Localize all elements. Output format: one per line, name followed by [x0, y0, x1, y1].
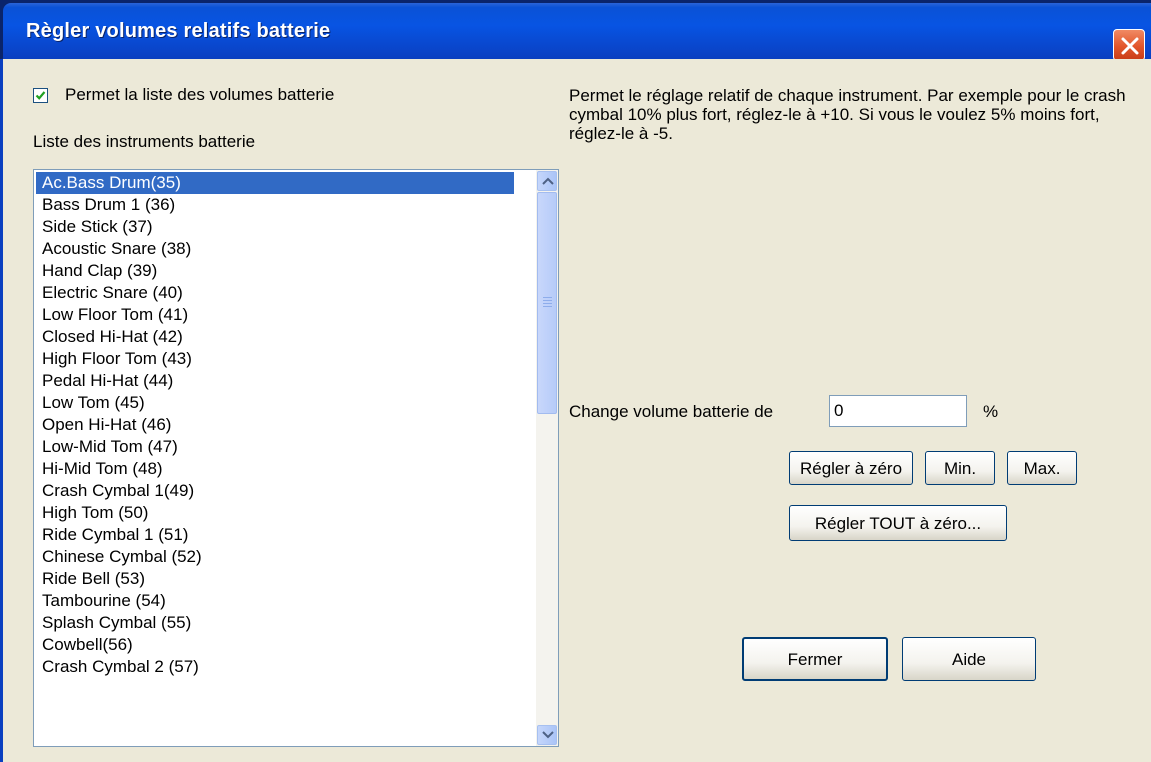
list-item[interactable]: Hand Clap (39) [36, 260, 514, 282]
instrument-list-title: Liste des instruments batterie [33, 132, 256, 151]
list-item[interactable]: Ride Bell (53) [36, 568, 514, 590]
list-item[interactable]: Low Tom (45) [36, 392, 514, 414]
title-bar[interactable]: Règler volumes relatifs batterie [3, 3, 1151, 61]
thumb-grip [543, 297, 552, 298]
dialog-body: Permet la liste des volumes batterie Lis… [3, 59, 1151, 762]
list-item[interactable]: Bass Drum 1 (36) [36, 194, 514, 216]
scroll-thumb[interactable] [537, 192, 557, 414]
scroll-up-button[interactable] [537, 171, 557, 191]
close-button[interactable]: Fermer [742, 637, 888, 681]
list-item[interactable]: Ac.Bass Drum(35) [36, 172, 514, 194]
list-item[interactable]: Open Hi-Hat (46) [36, 414, 514, 436]
list-item[interactable]: Side Stick (37) [36, 216, 514, 238]
chevron-down-icon [542, 731, 554, 739]
list-item[interactable]: Chinese Cymbal (52) [36, 546, 514, 568]
checkmark-icon [35, 91, 46, 100]
window-title: Règler volumes relatifs batterie [26, 20, 331, 42]
list-item[interactable]: Hi-Mid Tom (48) [36, 458, 514, 480]
percent-unit: % [983, 402, 999, 421]
list-item[interactable]: Low-Mid Tom (47) [36, 436, 514, 458]
thumb-grip [543, 303, 552, 304]
min-button[interactable]: Min. [925, 451, 995, 485]
list-item[interactable]: Tambourine (54) [36, 590, 514, 612]
list-item[interactable]: Cowbell(56) [36, 634, 514, 656]
scroll-down-button[interactable] [537, 725, 557, 745]
dialog-window: Règler volumes relatifs batterie Permet … [0, 0, 1151, 762]
list-item[interactable]: Electric Snare (40) [36, 282, 514, 304]
list-item[interactable]: Pedal Hi-Hat (44) [36, 370, 514, 392]
chevron-up-icon [542, 177, 554, 185]
drum-instrument-list[interactable]: Ac.Bass Drum(35) Bass Drum 1 (36) Side Sti… [33, 169, 559, 747]
list-items: Ac.Bass Drum(35) Bass Drum 1 (36) Side Sti… [34, 172, 534, 678]
help-button[interactable]: Aide [902, 637, 1036, 681]
volume-change-label: Change volume batterie de [569, 402, 774, 421]
list-item[interactable]: Splash Cymbal (55) [36, 612, 514, 634]
list-item[interactable]: High Floor Tom (43) [36, 348, 514, 370]
max-button[interactable]: Max. [1007, 451, 1077, 485]
thumb-grip [543, 306, 552, 307]
list-scrollbar[interactable] [536, 170, 558, 746]
list-item[interactable]: High Tom (50) [36, 502, 514, 524]
enable-volumes-label: Permet la liste des volumes batterie [65, 85, 335, 104]
description-text: Permet le réglage relatif de chaque inst… [569, 86, 1126, 143]
list-item[interactable]: Ride Cymbal 1 (51) [36, 524, 514, 546]
list-item[interactable]: Closed Hi-Hat (42) [36, 326, 514, 348]
enable-volumes-checkbox[interactable] [33, 88, 48, 103]
reset-zero-button[interactable]: Régler à zéro [789, 451, 913, 485]
reset-all-button[interactable]: Régler TOUT à zéro... [789, 505, 1007, 541]
close-window-button[interactable] [1113, 29, 1145, 61]
list-item[interactable]: Low Floor Tom (41) [36, 304, 514, 326]
thumb-grip [543, 300, 552, 301]
volume-change-input[interactable] [829, 395, 967, 427]
list-item[interactable]: Crash Cymbal 2 (57) [36, 656, 514, 678]
list-item[interactable]: Crash Cymbal 1(49) [36, 480, 514, 502]
close-icon [1121, 37, 1139, 55]
list-item[interactable]: Acoustic Snare (38) [36, 238, 514, 260]
